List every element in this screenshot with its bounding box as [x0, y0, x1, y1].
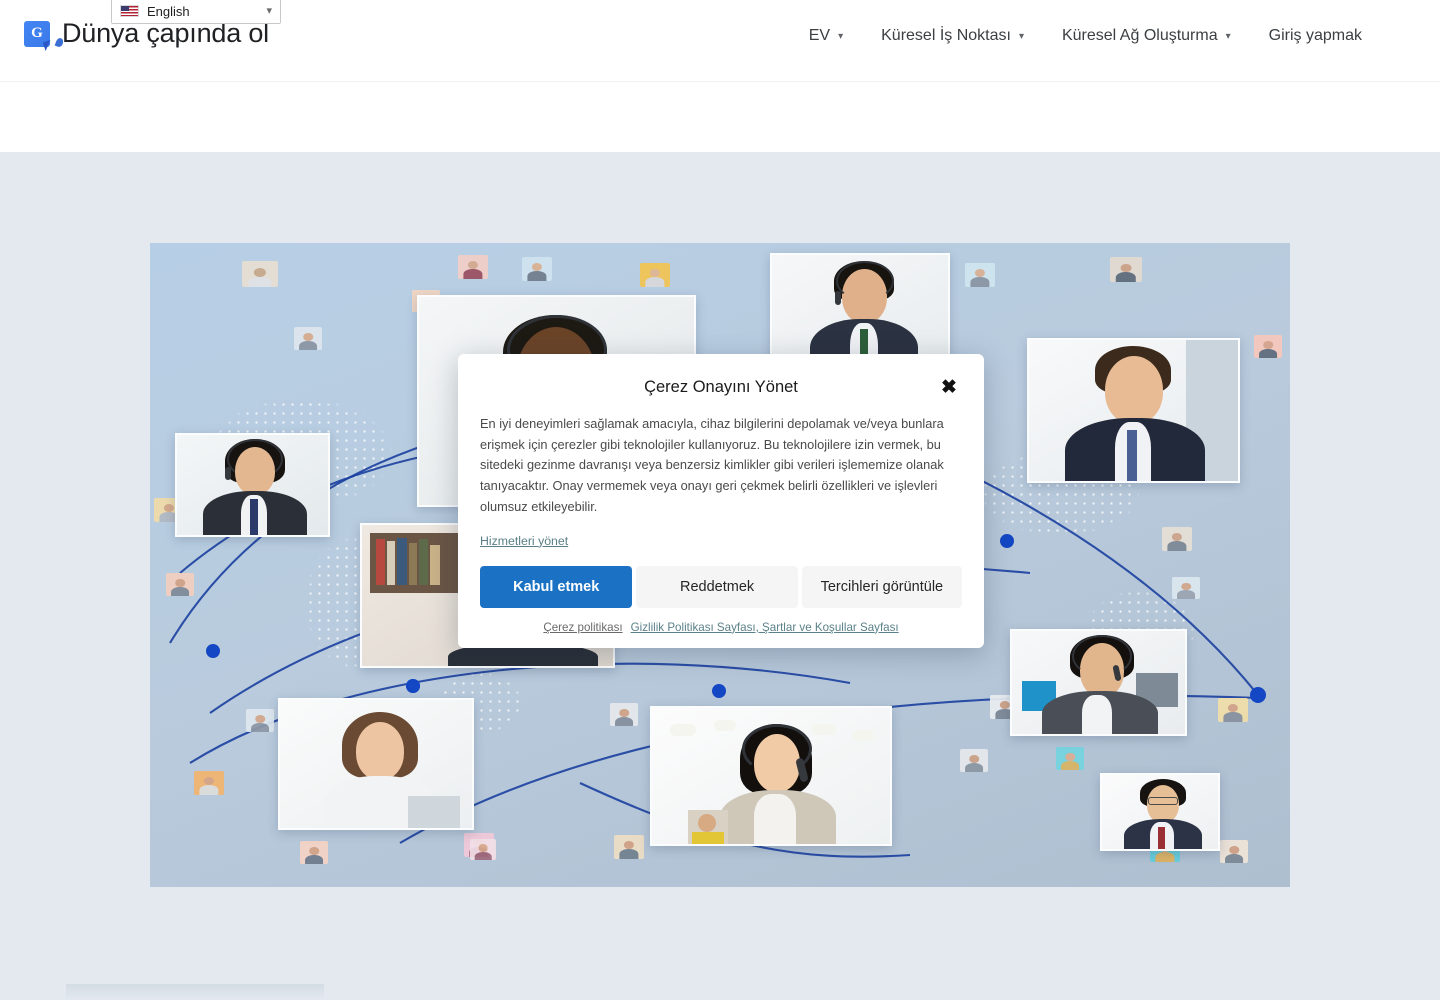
nav-item-global-business-spot[interactable]: Küresel İş Noktası ▾	[881, 27, 1024, 45]
header-divider	[0, 81, 1440, 82]
video-tile-participant	[1027, 338, 1240, 483]
nav-label: Küresel Ağ Oluşturma	[1061, 27, 1218, 44]
nav-label: EV	[808, 27, 831, 44]
mini-avatar-tile	[246, 709, 274, 732]
mini-avatar-tile	[960, 749, 988, 772]
mini-avatar-tile	[1218, 698, 1248, 722]
cookie-dialog-description: En iyi deneyimleri sağlamak amacıyla, ci…	[480, 416, 944, 514]
nav-item-login[interactable]: Giriş yapmak	[1269, 27, 1362, 45]
manage-services-link[interactable]: Hizmetleri yönet	[480, 534, 568, 548]
cookie-policy-link[interactable]: Çerez politikası	[543, 621, 622, 634]
nav-label: Giriş yapmak	[1268, 27, 1362, 44]
mini-avatar-tile	[300, 841, 328, 864]
mini-avatar-tile	[294, 327, 322, 350]
mini-avatar-tile	[1220, 840, 1248, 863]
mini-avatar-tile	[194, 771, 224, 795]
video-tile-participant	[175, 433, 330, 537]
accept-cookies-button[interactable]: Kabul etmek	[480, 565, 633, 608]
mini-avatar-tile	[965, 263, 995, 287]
mini-avatar-tile	[610, 703, 638, 726]
language-select-value: English	[147, 3, 190, 19]
mini-avatar-tile	[1162, 527, 1192, 551]
view-preferences-button[interactable]: Tercihleri görüntüle	[801, 565, 963, 608]
video-tile-participant	[278, 698, 474, 830]
bottom-shadow-band	[66, 984, 324, 1000]
mini-avatar-tile	[242, 261, 278, 287]
us-flag-icon	[120, 5, 139, 17]
mini-avatar-tile	[166, 573, 194, 596]
nav-item-home[interactable]: EV ▾	[809, 27, 843, 45]
chevron-down-icon: ▾	[1225, 31, 1231, 42]
chevron-down-icon: ▾	[266, 4, 272, 17]
mini-avatar-tile	[614, 835, 644, 859]
mini-avatar-tile	[522, 257, 552, 281]
chevron-down-icon: ▾	[838, 31, 844, 42]
video-tile-participant	[1100, 773, 1220, 851]
mini-avatar-tile	[1254, 335, 1282, 358]
reject-cookies-button[interactable]: Reddetmek	[636, 565, 798, 608]
cookie-consent-dialog: Çerez Onayını Yönet ✖ En iyi deneyimleri…	[458, 354, 984, 648]
video-tile-participant	[1010, 629, 1187, 736]
close-icon[interactable]: ✖	[936, 374, 962, 400]
mini-avatar-tile	[1172, 577, 1200, 599]
badge-letter: G	[31, 25, 43, 41]
google-translate-badge-icon: G	[24, 20, 50, 47]
mini-avatar-tile	[458, 255, 488, 279]
chevron-down-icon: ▾	[1018, 31, 1024, 42]
main-navigation: EV ▾ Küresel İş Noktası ▾ Küresel Ağ Olu…	[809, 27, 1362, 45]
video-tile-participant	[650, 706, 892, 846]
cookie-dialog-header: Çerez Onayını Yönet ✖	[480, 372, 962, 402]
mini-avatar-tile	[1056, 747, 1084, 770]
cookie-dialog-title: Çerez Onayını Yönet	[644, 377, 798, 396]
cookie-dialog-actions: Kabul etmek Reddetmek Tercihleri görüntü…	[480, 565, 963, 608]
mini-avatar-tile	[640, 263, 670, 287]
mini-avatar-tile	[1110, 257, 1142, 282]
language-select[interactable]: English ▾	[111, 0, 281, 24]
mini-avatar-tile	[470, 839, 496, 860]
cookie-dialog-footer-links: Çerez politikası Gizlilik Politikası Say…	[480, 621, 962, 634]
nav-label: Küresel İş Noktası	[881, 27, 1011, 44]
nav-item-global-networking[interactable]: Küresel Ağ Oluşturma ▾	[1062, 27, 1231, 45]
privacy-policy-terms-link[interactable]: Gizlilik Politikası Sayfası, Şartlar ve …	[631, 621, 899, 634]
